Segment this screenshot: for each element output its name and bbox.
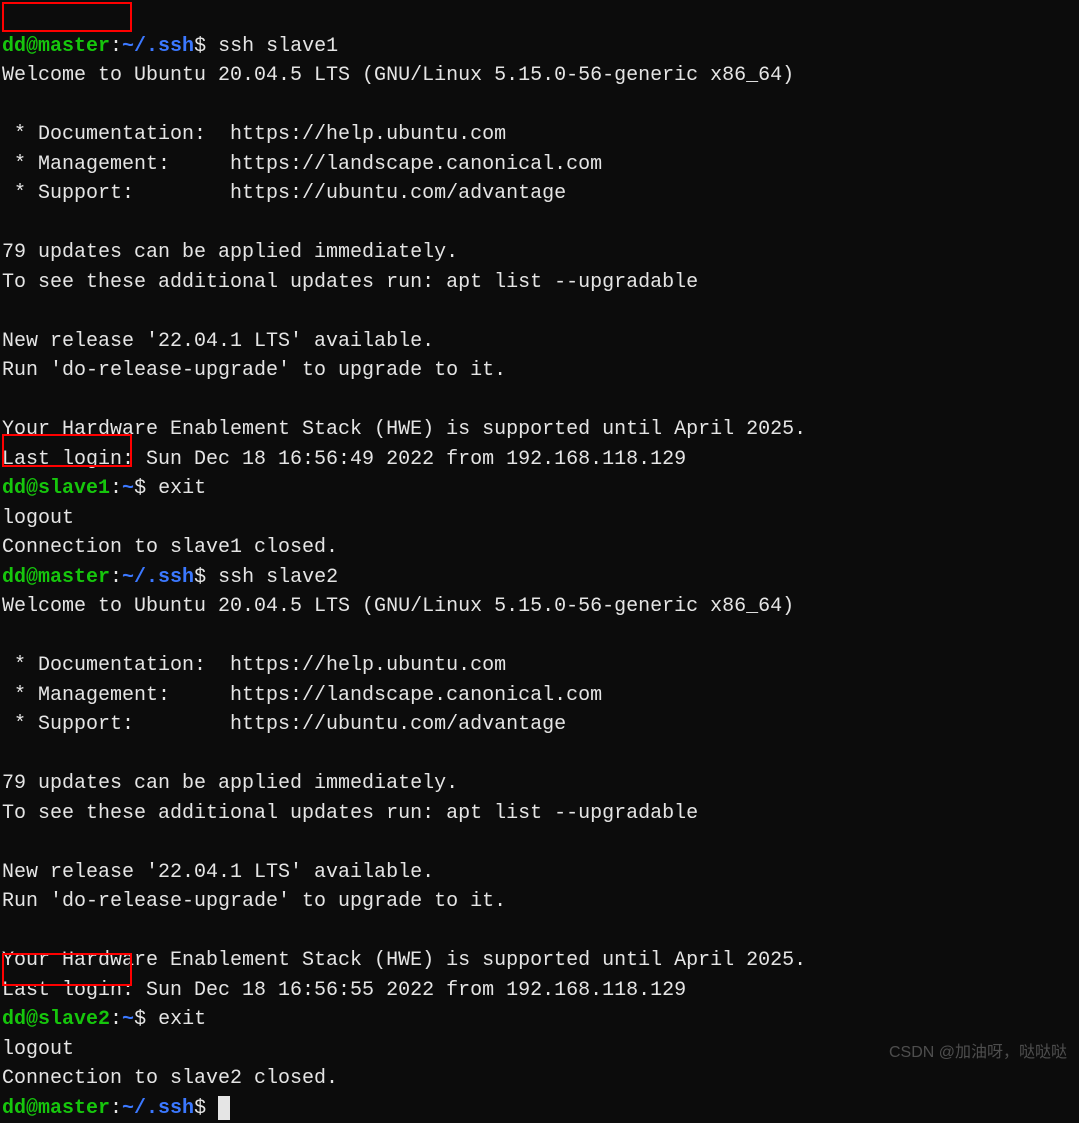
output-line: Your Hardware Enablement Stack (HWE) is … bbox=[2, 949, 806, 972]
output-line: New release '22.04.1 LTS' available. bbox=[2, 330, 434, 353]
output-line: To see these additional updates run: apt… bbox=[2, 271, 698, 294]
prompt-path: ~ bbox=[122, 477, 134, 500]
prompt-user: dd@master bbox=[2, 35, 110, 58]
output-line: logout bbox=[2, 507, 74, 530]
prompt-colon: : bbox=[110, 566, 122, 589]
output-line: Welcome to Ubuntu 20.04.5 LTS (GNU/Linux… bbox=[2, 64, 794, 87]
output-line: Your Hardware Enablement Stack (HWE) is … bbox=[2, 418, 806, 441]
output-line: Last login: Sun Dec 18 16:56:49 2022 fro… bbox=[2, 448, 686, 471]
terminal-output[interactable]: dd@master:~/.ssh$ ssh slave1 Welcome to … bbox=[0, 0, 1079, 1123]
prompt-user: dd@slave2 bbox=[2, 1008, 110, 1031]
output-line: Run 'do-release-upgrade' to upgrade to i… bbox=[2, 359, 506, 382]
prompt-user: dd@master bbox=[2, 1097, 110, 1120]
prompt-dollar: $ bbox=[194, 1097, 218, 1120]
prompt-colon: : bbox=[110, 1008, 122, 1031]
output-line: Connection to slave2 closed. bbox=[2, 1067, 338, 1090]
output-line: Run 'do-release-upgrade' to upgrade to i… bbox=[2, 890, 506, 913]
prompt-path: ~ bbox=[122, 1008, 134, 1031]
prompt-dollar: $ bbox=[134, 1008, 158, 1031]
prompt-user: dd@master bbox=[2, 566, 110, 589]
prompt-dollar: $ bbox=[194, 566, 218, 589]
output-line: * Support: https://ubuntu.com/advantage bbox=[2, 713, 566, 736]
output-line: Connection to slave1 closed. bbox=[2, 536, 338, 559]
prompt-colon: : bbox=[110, 1097, 122, 1120]
terminal-cursor[interactable] bbox=[218, 1096, 230, 1120]
output-line: * Management: https://landscape.canonica… bbox=[2, 684, 602, 707]
prompt-colon: : bbox=[110, 477, 122, 500]
command-text: exit bbox=[158, 1008, 206, 1031]
output-line: To see these additional updates run: apt… bbox=[2, 802, 698, 825]
output-line: * Documentation: https://help.ubuntu.com bbox=[2, 123, 506, 146]
prompt-path: ~/.ssh bbox=[122, 566, 194, 589]
prompt-dollar: $ bbox=[134, 477, 158, 500]
prompt-colon: : bbox=[110, 35, 122, 58]
output-line: 79 updates can be applied immediately. bbox=[2, 241, 458, 264]
output-line: 79 updates can be applied immediately. bbox=[2, 772, 458, 795]
prompt-user: dd@slave1 bbox=[2, 477, 110, 500]
output-line: Welcome to Ubuntu 20.04.5 LTS (GNU/Linux… bbox=[2, 595, 794, 618]
command-text: ssh slave2 bbox=[218, 566, 338, 589]
output-line: New release '22.04.1 LTS' available. bbox=[2, 861, 434, 884]
command-text: ssh slave1 bbox=[218, 35, 338, 58]
output-line: logout bbox=[2, 1038, 74, 1061]
output-line: * Management: https://landscape.canonica… bbox=[2, 153, 602, 176]
output-line: Last login: Sun Dec 18 16:56:55 2022 fro… bbox=[2, 979, 686, 1002]
output-line: * Support: https://ubuntu.com/advantage bbox=[2, 182, 566, 205]
output-line: * Documentation: https://help.ubuntu.com bbox=[2, 654, 506, 677]
prompt-dollar: $ bbox=[194, 35, 218, 58]
prompt-path: ~/.ssh bbox=[122, 1097, 194, 1120]
prompt-path: ~/.ssh bbox=[122, 35, 194, 58]
command-text: exit bbox=[158, 477, 206, 500]
